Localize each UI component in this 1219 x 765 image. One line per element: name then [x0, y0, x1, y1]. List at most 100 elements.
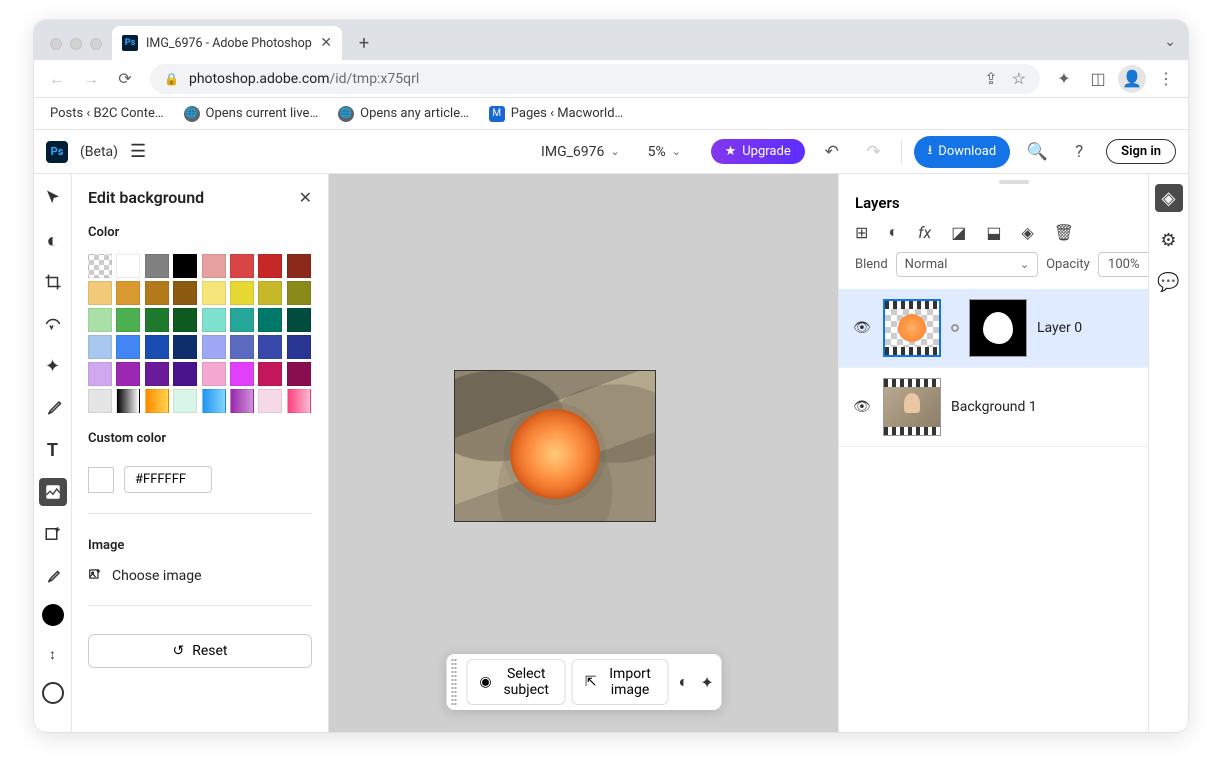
layer-thumbnail[interactable]: [883, 299, 941, 357]
color-swatch[interactable]: [287, 254, 311, 278]
color-swatch[interactable]: [145, 281, 169, 305]
foreground-color[interactable]: [42, 604, 64, 626]
color-swatch[interactable]: [287, 389, 311, 413]
drag-handle-icon[interactable]: [451, 659, 456, 705]
brush-tool[interactable]: [39, 394, 67, 422]
select-subject-button[interactable]: ◉Select subject: [466, 659, 566, 705]
add-mask-icon[interactable]: ◪: [951, 223, 966, 242]
close-panel-icon[interactable]: ✕: [299, 188, 312, 207]
custom-color-swatch[interactable]: [88, 467, 114, 493]
profile-avatar-icon[interactable]: 👤: [1118, 65, 1146, 93]
color-swatch[interactable]: [88, 254, 112, 278]
color-swatch[interactable]: [116, 281, 140, 305]
bookmark-star-icon[interactable]: ☆: [1012, 69, 1026, 88]
background-color[interactable]: [42, 682, 64, 704]
layer-fx-icon[interactable]: fx: [918, 223, 931, 242]
help-icon[interactable]: ?: [1064, 137, 1094, 167]
panel-drag-handle[interactable]: [999, 180, 1029, 184]
color-swatch[interactable]: [258, 389, 282, 413]
extensions-icon[interactable]: ✦: [1050, 65, 1078, 93]
back-button[interactable]: ←: [42, 64, 72, 94]
color-swatch[interactable]: [202, 335, 226, 359]
color-swatch[interactable]: [202, 389, 226, 413]
color-swatch[interactable]: [258, 281, 282, 305]
color-swatch[interactable]: [202, 254, 226, 278]
color-swatch[interactable]: [230, 335, 254, 359]
close-tab-icon[interactable]: ✕: [320, 35, 332, 51]
visibility-toggle-icon[interactable]: 👁: [853, 320, 873, 336]
delete-layer-icon[interactable]: 🗑: [1054, 223, 1074, 242]
color-swatch[interactable]: [287, 335, 311, 359]
browser-tab[interactable]: Ps IMG_6976 - Adobe Photoshop ✕: [112, 26, 342, 60]
window-controls[interactable]: [46, 38, 112, 60]
undo-button[interactable]: ↶: [817, 137, 847, 167]
color-swatch[interactable]: [145, 308, 169, 332]
color-swatch[interactable]: [287, 308, 311, 332]
search-icon[interactable]: 🔍: [1022, 137, 1052, 167]
color-swatch[interactable]: [173, 389, 197, 413]
color-swatch[interactable]: [230, 281, 254, 305]
document-name-dropdown[interactable]: IMG_6976⌄: [541, 144, 620, 160]
bookmark-item[interactable]: 🌐Opens current live…: [184, 106, 319, 122]
comments-icon[interactable]: 💬: [1155, 268, 1183, 296]
edit-background-tool[interactable]: [39, 478, 67, 506]
color-swatch[interactable]: [287, 362, 311, 386]
color-swatch[interactable]: [88, 389, 112, 413]
layer-thumbnail[interactable]: [883, 378, 941, 436]
color-swatch[interactable]: [258, 308, 282, 332]
color-swatch[interactable]: [88, 308, 112, 332]
layer-row[interactable]: 👁 Layer 0 ⚙: [839, 289, 1188, 368]
redo-button[interactable]: ↷: [859, 137, 889, 167]
bookmark-item[interactable]: 🌐Opens any article…: [338, 106, 469, 122]
color-swatch[interactable]: [88, 335, 112, 359]
color-swatch[interactable]: [173, 362, 197, 386]
color-swatch[interactable]: [145, 254, 169, 278]
layer-name[interactable]: Layer 0: [1037, 320, 1082, 336]
color-swatch[interactable]: [145, 389, 169, 413]
color-swatch[interactable]: [116, 308, 140, 332]
crop-tool[interactable]: [39, 268, 67, 296]
download-button[interactable]: ⭳Download: [914, 136, 1010, 168]
url-field[interactable]: 🔒 photoshop.adobe.com/id/tmp:x75qrl ⇪ ☆: [150, 64, 1040, 94]
color-swatch[interactable]: [88, 362, 112, 386]
forward-button[interactable]: →: [76, 64, 106, 94]
choose-image-button[interactable]: Choose image: [88, 567, 312, 585]
color-swatch[interactable]: [230, 389, 254, 413]
color-swatch[interactable]: [173, 335, 197, 359]
import-image-button[interactable]: ⇱Import image: [572, 659, 669, 705]
color-swatch[interactable]: [173, 281, 197, 305]
reset-button[interactable]: ↺Reset: [88, 634, 312, 668]
adjustment-layer-icon[interactable]: ◐: [888, 222, 898, 242]
layer-row[interactable]: 👁 Background 1: [839, 368, 1188, 447]
add-image-tool[interactable]: [39, 520, 67, 548]
mask-link-icon[interactable]: [951, 324, 959, 332]
color-swatch[interactable]: [202, 281, 226, 305]
swap-colors-tool[interactable]: ↕: [39, 640, 67, 668]
color-swatch[interactable]: [258, 362, 282, 386]
hex-input[interactable]: [124, 466, 212, 493]
color-swatch[interactable]: [145, 335, 169, 359]
layers-view-icon[interactable]: ◈: [1155, 184, 1183, 212]
color-swatch[interactable]: [173, 308, 197, 332]
reload-button[interactable]: ⟳: [110, 64, 140, 94]
upgrade-button[interactable]: ★Upgrade: [711, 139, 805, 164]
menu-icon[interactable]: ☰: [130, 141, 146, 162]
color-swatch[interactable]: [230, 362, 254, 386]
sparkle-icon[interactable]: ✦: [698, 669, 716, 695]
tablist-chevron-icon[interactable]: ⌄: [1164, 34, 1176, 50]
bookmark-item[interactable]: MPages ‹ Macworld…: [489, 106, 623, 122]
quick-select-tool[interactable]: [39, 310, 67, 338]
canvas[interactable]: ◉Select subject ⇱Import image ◐ ✦: [329, 174, 838, 732]
color-swatch[interactable]: [116, 362, 140, 386]
move-tool[interactable]: [39, 184, 67, 212]
color-swatch[interactable]: [173, 254, 197, 278]
color-swatch[interactable]: [145, 362, 169, 386]
adjust-icon[interactable]: ◐: [674, 669, 692, 695]
color-swatch[interactable]: [116, 254, 140, 278]
color-swatch[interactable]: [202, 308, 226, 332]
color-swatch[interactable]: [116, 389, 140, 413]
bookmark-item[interactable]: Posts ‹ B2C Conte…: [50, 106, 164, 121]
signin-button[interactable]: Sign in: [1106, 139, 1176, 164]
color-swatch[interactable]: [202, 362, 226, 386]
new-tab-button[interactable]: +: [350, 29, 378, 57]
